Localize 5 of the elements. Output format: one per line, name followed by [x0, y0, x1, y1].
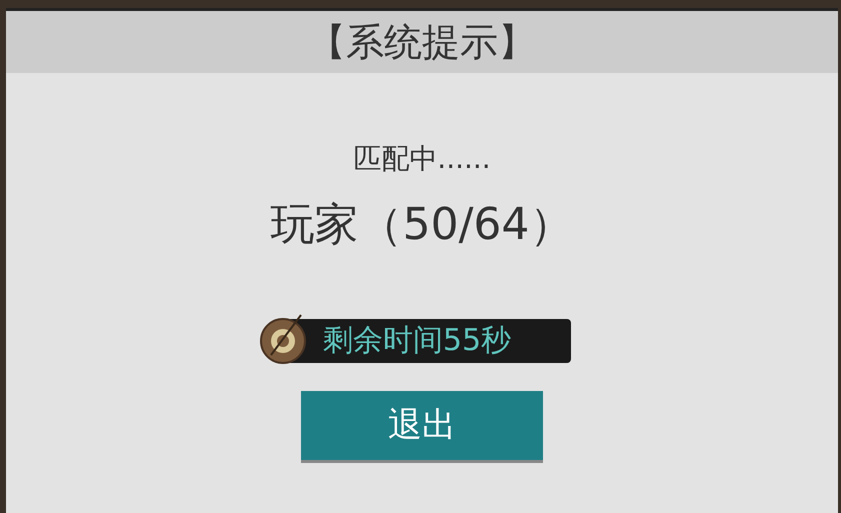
dialog-title: 【系统提示】 [308, 23, 536, 61]
exit-button[interactable]: 退出 [301, 391, 543, 463]
matching-status: 匹配中...... [353, 145, 491, 173]
player-count: 玩家（50/64） [270, 203, 574, 247]
time-remaining: 剩余时间55秒 [322, 326, 512, 356]
